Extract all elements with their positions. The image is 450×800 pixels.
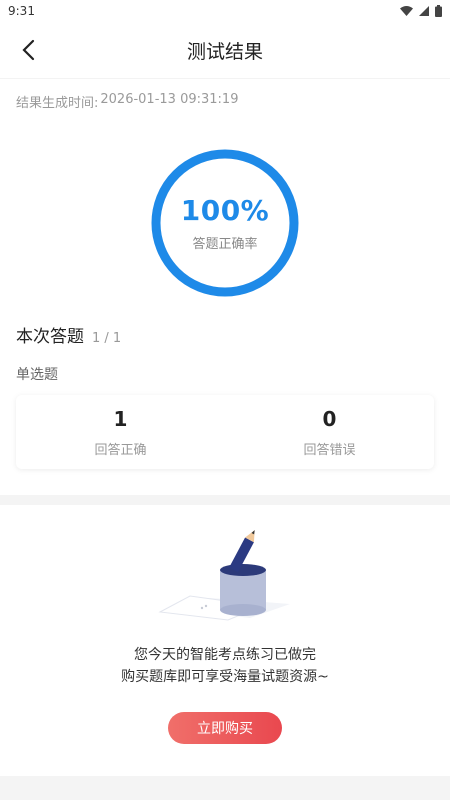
generated-time-value: 2026-01-13 09:31:19	[100, 92, 239, 107]
signal-icon	[419, 6, 429, 16]
chevron-left-icon	[22, 39, 35, 61]
accuracy-ring: 100% 答题正确率	[150, 148, 300, 298]
answer-count: 1 / 1	[92, 331, 122, 346]
stats-card: 1 回答正确 0 回答错误	[16, 395, 434, 469]
status-time: 9:31	[8, 4, 35, 18]
correct-count: 1	[113, 406, 128, 431]
back-button[interactable]	[14, 36, 42, 64]
wrong-count: 0	[322, 406, 337, 431]
header: 测试结果	[0, 22, 450, 79]
page-title: 测试结果	[186, 40, 263, 63]
accuracy-label: 答题正确率	[192, 237, 258, 252]
pencil-cup-illustration	[150, 530, 300, 630]
generated-time-label: 结果生成时间:	[16, 96, 99, 111]
status-icons	[400, 5, 442, 17]
promo-line-2: 购买题库即可享受海量试题资源~	[121, 669, 329, 685]
battery-icon	[435, 5, 442, 17]
correct-label: 回答正确	[94, 442, 147, 458]
bottom-strip	[0, 776, 450, 800]
answer-section-title: 本次答题 1 / 1	[16, 322, 121, 347]
wrong-label: 回答错误	[303, 442, 356, 458]
buy-now-button[interactable]: 立即购买	[168, 712, 282, 744]
stat-wrong: 0 回答错误	[225, 395, 434, 469]
accuracy-percent: 100%	[180, 194, 270, 227]
section-divider	[0, 495, 450, 505]
promo-text: 您今天的智能考点练习已做完 购买题库即可享受海量试题资源~	[0, 644, 450, 688]
question-type: 单选题	[16, 367, 58, 383]
result-generated-time: 结果生成时间: 2026-01-13 09:31:19	[16, 92, 238, 111]
accuracy-ring-text: 100% 答题正确率	[150, 148, 300, 298]
wifi-icon	[400, 6, 413, 16]
promo-line-1: 您今天的智能考点练习已做完	[134, 647, 316, 663]
section-title-text: 本次答题	[16, 327, 84, 347]
stat-correct: 1 回答正确	[16, 395, 225, 469]
status-bar: 9:31	[0, 0, 450, 22]
